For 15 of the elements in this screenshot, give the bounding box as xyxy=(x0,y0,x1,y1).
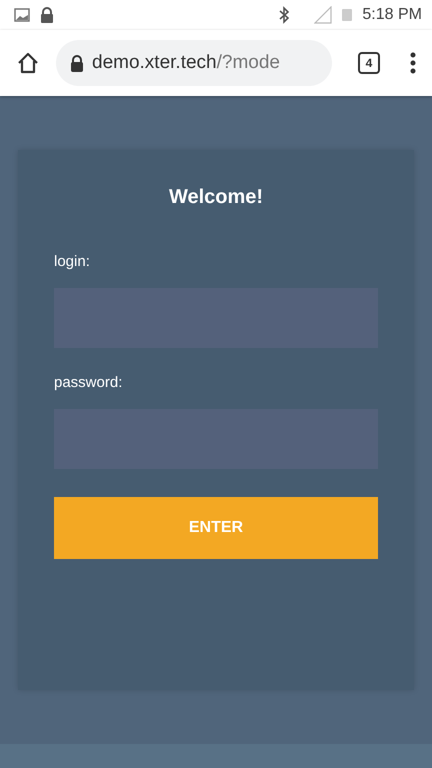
field-label: login: xyxy=(54,253,91,270)
menu-icon[interactable] xyxy=(410,52,416,74)
url-text: demo.xter.tech/?mode xyxy=(92,52,280,74)
signal-icon xyxy=(314,6,332,24)
card-title: Welcome! xyxy=(168,186,264,209)
image-icon xyxy=(14,8,30,22)
bluetooth-icon xyxy=(278,6,290,24)
clock-time: 5:18 PM xyxy=(362,6,422,24)
lock-icon xyxy=(70,54,84,72)
battery-icon xyxy=(342,8,352,22)
home-icon[interactable] xyxy=(16,51,40,75)
tab-switcher-button[interactable]: 4 xyxy=(358,52,380,74)
field-label: password: xyxy=(54,374,124,391)
lock-icon xyxy=(40,7,54,23)
address-bar[interactable]: demo.xter.tech/?mode xyxy=(56,40,332,86)
